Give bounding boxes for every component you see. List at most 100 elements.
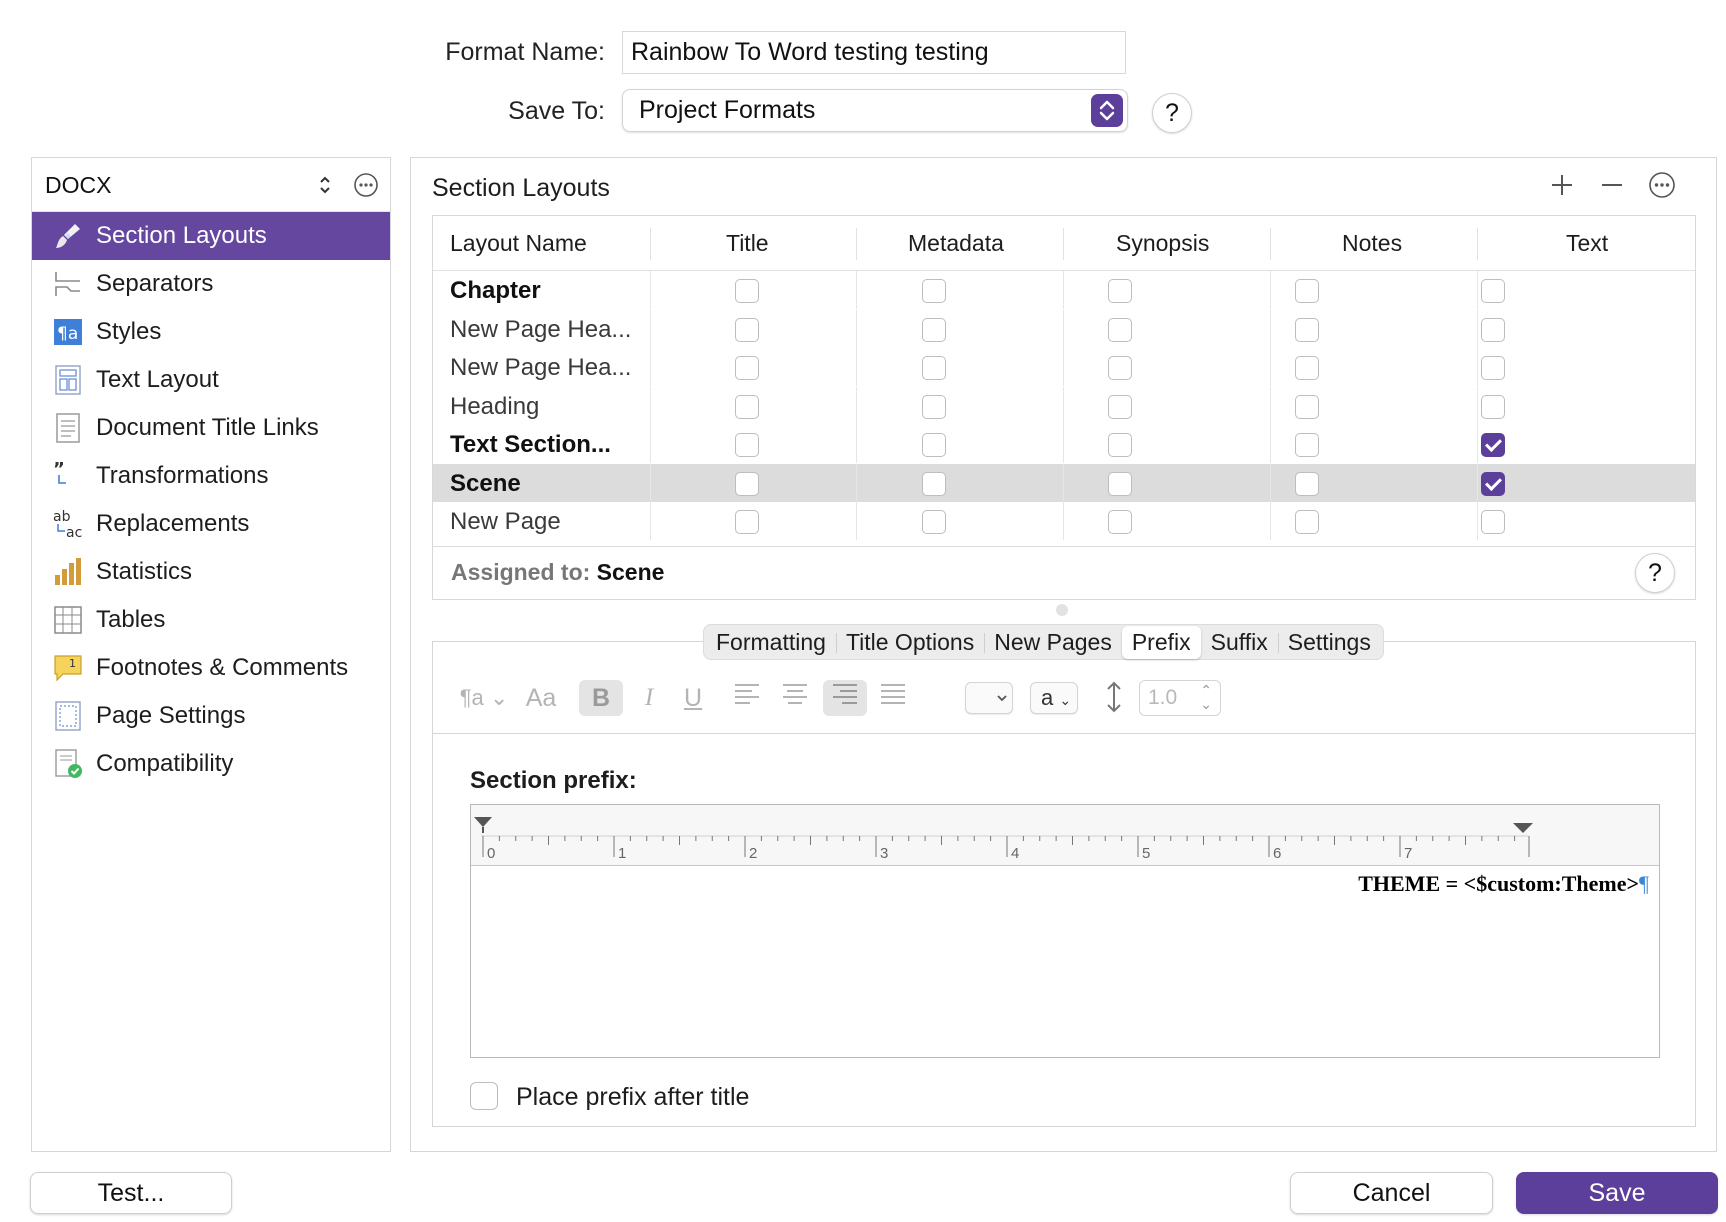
text-checkbox[interactable] bbox=[1481, 471, 1505, 496]
sidebar-item-styles[interactable]: ¶a Styles bbox=[32, 308, 390, 356]
text-checkbox[interactable] bbox=[1481, 356, 1505, 380]
updown-chevron-icon[interactable] bbox=[316, 174, 334, 196]
sidebar-item-document-title-links[interactable]: Document Title Links bbox=[32, 404, 390, 452]
notes-checkbox[interactable] bbox=[1295, 356, 1319, 380]
table-row[interactable]: New Page Hea... bbox=[433, 348, 1695, 386]
title-checkbox[interactable] bbox=[735, 317, 759, 342]
text-checkbox[interactable] bbox=[1481, 394, 1505, 419]
title-checkbox[interactable] bbox=[735, 433, 759, 457]
text-checkbox[interactable] bbox=[1481, 317, 1505, 342]
test-button[interactable]: Test... bbox=[30, 1172, 232, 1214]
notes-checkbox[interactable] bbox=[1295, 510, 1319, 534]
sidebar-item-section-layouts[interactable]: Section Layouts bbox=[32, 212, 390, 260]
notes-checkbox[interactable] bbox=[1295, 279, 1319, 303]
more-options-icon[interactable] bbox=[1647, 170, 1677, 200]
tab-suffix[interactable]: Suffix bbox=[1201, 626, 1278, 659]
save-to-value: Project Formats bbox=[639, 96, 816, 124]
sidebar-item-label: Tables bbox=[96, 606, 166, 633]
column-header-text[interactable]: Text bbox=[1566, 230, 1608, 257]
table-row[interactable]: Heading bbox=[433, 386, 1695, 425]
sidebar-item-transformations[interactable]: ” „ Transformations bbox=[32, 452, 390, 500]
bold-button[interactable]: B bbox=[579, 680, 623, 716]
title-checkbox[interactable] bbox=[735, 356, 759, 380]
title-checkbox[interactable] bbox=[735, 471, 759, 496]
metadata-checkbox[interactable] bbox=[922, 510, 946, 534]
prefix-editor[interactable]: 0 1 2 3 4 5 6 7 THEME = <$custom:Theme>¶ bbox=[470, 804, 1660, 1058]
metadata-checkbox[interactable] bbox=[922, 433, 946, 457]
metadata-checkbox[interactable] bbox=[922, 317, 946, 342]
sidebar-item-statistics[interactable]: Statistics bbox=[32, 548, 390, 596]
metadata-checkbox[interactable] bbox=[922, 279, 946, 303]
save-button[interactable]: Save bbox=[1516, 1172, 1718, 1214]
splitter-handle[interactable] bbox=[1056, 604, 1068, 616]
notes-checkbox[interactable] bbox=[1295, 471, 1319, 496]
table-row[interactable]: New Page Hea... bbox=[433, 309, 1695, 348]
align-justify-button[interactable] bbox=[873, 680, 913, 716]
ruler[interactable]: 0 1 2 3 4 5 6 7 bbox=[471, 805, 1659, 866]
title-checkbox[interactable] bbox=[735, 394, 759, 419]
column-header-title[interactable]: Title bbox=[726, 230, 769, 257]
align-center-button[interactable] bbox=[775, 680, 815, 716]
synopsis-checkbox[interactable] bbox=[1108, 394, 1132, 419]
more-options-icon[interactable] bbox=[353, 172, 379, 198]
synopsis-checkbox[interactable] bbox=[1108, 279, 1132, 303]
align-left-button[interactable] bbox=[727, 680, 767, 716]
column-header-metadata[interactable]: Metadata bbox=[908, 230, 1004, 257]
paragraph-style-button[interactable]: ¶a ⌄ bbox=[459, 680, 509, 716]
sidebar-item-text-layout[interactable]: Text Layout bbox=[32, 356, 390, 404]
text-checkbox[interactable] bbox=[1481, 433, 1505, 457]
metadata-checkbox[interactable] bbox=[922, 356, 946, 380]
sidebar-item-separators[interactable]: Separators bbox=[32, 260, 390, 308]
tab-title-options[interactable]: Title Options bbox=[835, 626, 984, 659]
metadata-checkbox[interactable] bbox=[922, 471, 946, 496]
font-size-button[interactable]: Aa bbox=[521, 680, 561, 716]
column-header-layout-name[interactable]: Layout Name bbox=[450, 230, 587, 257]
table-row[interactable]: New Page bbox=[433, 502, 1695, 540]
synopsis-checkbox[interactable] bbox=[1108, 433, 1132, 457]
italic-button[interactable]: I bbox=[631, 680, 667, 716]
save-to-select[interactable]: Project Formats bbox=[622, 89, 1128, 132]
cancel-button[interactable]: Cancel bbox=[1290, 1172, 1493, 1214]
table-row[interactable]: Text Section... bbox=[433, 425, 1695, 463]
column-header-synopsis[interactable]: Synopsis bbox=[1116, 230, 1209, 257]
format-name-input[interactable] bbox=[622, 31, 1126, 74]
sidebar-item-footnotes-comments[interactable]: 1 Footnotes & Comments bbox=[32, 644, 390, 692]
synopsis-checkbox[interactable] bbox=[1108, 356, 1132, 380]
sidebar-item-label: Replacements bbox=[96, 510, 250, 537]
synopsis-checkbox[interactable] bbox=[1108, 471, 1132, 496]
notes-checkbox[interactable] bbox=[1295, 394, 1319, 419]
align-right-button[interactable] bbox=[823, 680, 867, 716]
table-row[interactable]: Chapter bbox=[433, 271, 1695, 309]
tab-new-pages[interactable]: New Pages bbox=[984, 626, 1122, 659]
prefix-content[interactable]: THEME = <$custom:Theme>¶ bbox=[1358, 871, 1649, 897]
metadata-checkbox[interactable] bbox=[922, 394, 946, 419]
help-button[interactable]: ? bbox=[1152, 93, 1192, 133]
format-type-selector[interactable]: DOCX bbox=[45, 172, 111, 199]
sidebar: DOCX Section Layouts Separators ¶a Style… bbox=[31, 157, 391, 1152]
notes-checkbox[interactable] bbox=[1295, 317, 1319, 342]
title-checkbox[interactable] bbox=[735, 279, 759, 303]
help-button[interactable]: ? bbox=[1635, 553, 1675, 593]
line-spacing-field[interactable]: 1.0 ⌃ ⌄ bbox=[1139, 680, 1221, 716]
sidebar-item-page-settings[interactable]: Page Settings bbox=[32, 692, 390, 740]
sidebar-item-compatibility[interactable]: Compatibility bbox=[32, 740, 390, 788]
tab-formatting[interactable]: Formatting bbox=[706, 626, 836, 659]
text-checkbox[interactable] bbox=[1481, 510, 1505, 534]
add-layout-button[interactable] bbox=[1547, 170, 1577, 200]
synopsis-checkbox[interactable] bbox=[1108, 317, 1132, 342]
sidebar-item-replacements[interactable]: ab ac Replacements bbox=[32, 500, 390, 548]
case-select[interactable]: a ⌄ bbox=[1030, 682, 1078, 714]
tab-prefix[interactable]: Prefix bbox=[1121, 625, 1201, 659]
tab-settings[interactable]: Settings bbox=[1277, 626, 1381, 659]
remove-layout-button[interactable] bbox=[1597, 170, 1627, 200]
synopsis-checkbox[interactable] bbox=[1108, 510, 1132, 534]
sidebar-item-tables[interactable]: Tables bbox=[32, 596, 390, 644]
table-row[interactable]: Scene bbox=[433, 463, 1695, 502]
color-select[interactable] bbox=[965, 682, 1013, 714]
title-checkbox[interactable] bbox=[735, 510, 759, 534]
place-prefix-after-title-checkbox[interactable] bbox=[470, 1082, 498, 1110]
notes-checkbox[interactable] bbox=[1295, 433, 1319, 457]
text-checkbox[interactable] bbox=[1481, 279, 1505, 303]
underline-button[interactable]: U bbox=[673, 680, 713, 716]
column-header-notes[interactable]: Notes bbox=[1342, 230, 1402, 257]
